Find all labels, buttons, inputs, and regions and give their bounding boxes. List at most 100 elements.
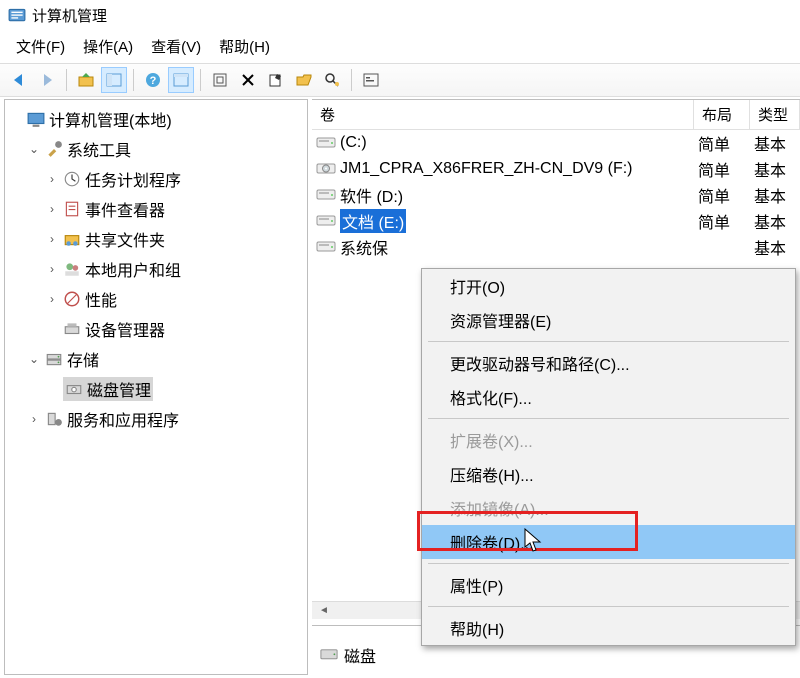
tree-label: 共享文件夹 — [85, 227, 165, 251]
volume-label: (C:) — [340, 134, 367, 152]
expand-icon[interactable]: ⌄ — [27, 352, 41, 366]
toolbar-separator — [133, 69, 134, 91]
tree-label: 系统工具 — [67, 137, 131, 161]
tree-label: 服务和应用程序 — [67, 407, 179, 431]
navigation-tree[interactable]: 计算机管理(本地) ⌄ 系统工具 ›任务计划程序 › 事件查看器 › 共享文件夹 ›… — [4, 99, 308, 675]
tree-storage[interactable]: ⌄ 存储 — [27, 344, 305, 374]
hard-drive-icon — [316, 213, 336, 229]
col-layout[interactable]: 布局 — [694, 100, 750, 129]
volume-row[interactable]: 系统保基本 — [312, 234, 800, 260]
expand-icon[interactable]: › — [45, 172, 59, 186]
tree-services-apps[interactable]: › 服务和应用程序 — [27, 404, 305, 434]
ctx-change-letter[interactable]: 更改驱动器号和路径(C)... — [422, 346, 795, 380]
tree-task-scheduler[interactable]: ›任务计划程序 — [45, 164, 305, 194]
expand-icon[interactable]: › — [45, 292, 59, 306]
hard-drive-icon — [316, 187, 336, 203]
ctx-divider — [428, 341, 789, 342]
titlebar: 计算机管理 — [0, 0, 800, 30]
open-button[interactable] — [291, 67, 317, 93]
context-menu[interactable]: 打开(O) 资源管理器(E) 更改驱动器号和路径(C)... 格式化(F)...… — [421, 268, 796, 646]
volume-row[interactable]: JM1_CPRA_X86FRER_ZH-CN_DV9 (F:)简单基本 — [312, 156, 800, 182]
users-icon — [63, 260, 81, 278]
col-type[interactable]: 类型 — [750, 100, 800, 129]
menu-file[interactable]: 文件(F) — [16, 36, 65, 57]
ctx-divider — [428, 418, 789, 419]
tree-system-tools[interactable]: ⌄ 系统工具 — [27, 134, 305, 164]
col-volume[interactable]: 卷 — [312, 100, 694, 129]
toolbar-separator — [351, 69, 352, 91]
expand-icon[interactable]: › — [45, 202, 59, 216]
svg-text:?: ? — [150, 75, 157, 87]
tree-local-users[interactable]: ›本地用户和组 — [45, 254, 305, 284]
tree-label: 计算机管理(本地) — [49, 107, 172, 131]
scroll-left-icon[interactable]: ◄ — [316, 603, 332, 619]
menu-action[interactable]: 操作(A) — [83, 36, 133, 57]
ctx-properties[interactable]: 属性(P) — [422, 568, 795, 602]
performance-icon — [63, 290, 81, 308]
help-button[interactable]: ? — [140, 67, 166, 93]
disk-map-label: 磁盘 — [344, 643, 376, 667]
delete-button[interactable] — [235, 67, 261, 93]
expand-icon[interactable]: › — [27, 412, 41, 426]
toolbar: ? — [0, 63, 800, 97]
event-icon — [63, 200, 81, 218]
back-button[interactable] — [6, 67, 32, 93]
settings-button[interactable] — [358, 67, 384, 93]
menu-help[interactable]: 帮助(H) — [219, 36, 270, 57]
shared-folder-icon — [63, 230, 81, 248]
storage-icon — [45, 350, 63, 368]
disk-icon — [65, 380, 83, 398]
blank-twisty — [45, 382, 59, 396]
expand-icon[interactable]: › — [45, 262, 59, 276]
computer-icon — [27, 110, 45, 128]
ctx-delete-volume[interactable]: 删除卷(D)... — [422, 525, 795, 559]
window-title: 计算机管理 — [32, 5, 107, 26]
hard-drive-icon — [316, 135, 336, 151]
tree-performance[interactable]: › 性能 — [45, 284, 305, 314]
ctx-add-mirror: 添加镜像(A)... — [422, 491, 795, 525]
volume-layout: 简单 — [694, 209, 750, 233]
volume-row[interactable]: 软件 (D:)简单基本 — [312, 182, 800, 208]
device-icon — [63, 320, 81, 338]
ctx-divider — [428, 563, 789, 564]
volume-type: 基本 — [750, 183, 800, 207]
details-view-button[interactable] — [168, 67, 194, 93]
volume-row[interactable]: 文档 (E:) 简单基本 — [312, 208, 800, 234]
tree-label: 事件查看器 — [85, 197, 165, 221]
app-icon — [8, 6, 26, 24]
clock-icon — [63, 170, 81, 188]
tree-label: 设备管理器 — [85, 317, 165, 341]
volume-type: 基本 — [750, 131, 800, 155]
volume-label: 文档 (E:) — [340, 209, 406, 233]
forward-button[interactable] — [34, 67, 60, 93]
expand-icon[interactable]: ⌄ — [27, 142, 41, 156]
ctx-explorer[interactable]: 资源管理器(E) — [422, 303, 795, 337]
hard-drive-icon — [316, 239, 336, 255]
volume-row[interactable]: (C:)简单基本 — [312, 130, 800, 156]
tree-disk-management[interactable]: 磁盘管理 — [45, 374, 305, 404]
ctx-format[interactable]: 格式化(F)... — [422, 380, 795, 414]
ctx-open[interactable]: 打开(O) — [422, 269, 795, 303]
tree-event-viewer[interactable]: › 事件查看器 — [45, 194, 305, 224]
tree-shared-folders[interactable]: › 共享文件夹 — [45, 224, 305, 254]
tree-device-manager[interactable]: 设备管理器 — [45, 314, 305, 344]
tree-label: 磁盘管理 — [87, 377, 151, 401]
refresh-button[interactable] — [207, 67, 233, 93]
blank-twisty — [9, 112, 23, 126]
services-icon — [45, 410, 63, 428]
toolbar-separator — [200, 69, 201, 91]
tree-root[interactable]: 计算机管理(本地) — [9, 104, 305, 134]
tree-label: 性能 — [85, 287, 117, 311]
ctx-shrink[interactable]: 压缩卷(H)... — [422, 457, 795, 491]
expand-icon[interactable]: › — [45, 232, 59, 246]
volume-layout: 简单 — [694, 183, 750, 207]
show-hide-tree-button[interactable] — [101, 67, 127, 93]
menu-view[interactable]: 查看(V) — [151, 36, 201, 57]
find-button[interactable] — [319, 67, 345, 93]
properties-button[interactable] — [263, 67, 289, 93]
volume-type: 基本 — [750, 209, 800, 233]
volume-type: 基本 — [750, 235, 800, 259]
ctx-help[interactable]: 帮助(H) — [422, 611, 795, 645]
up-button[interactable] — [73, 67, 99, 93]
blank-twisty — [45, 322, 59, 336]
